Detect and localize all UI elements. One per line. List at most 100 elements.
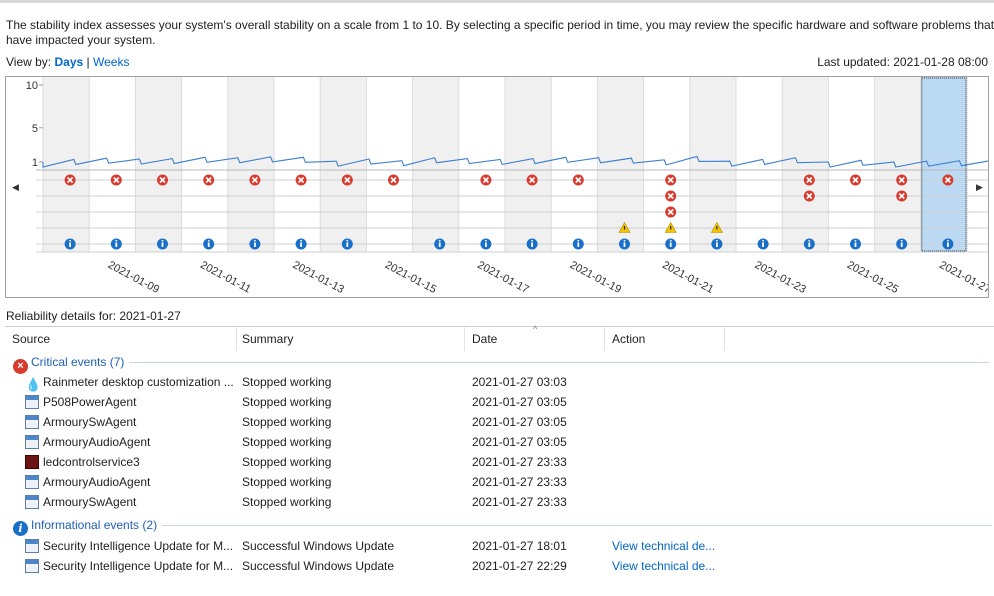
row-date: 2021-01-27 23:33	[472, 475, 567, 489]
day-column[interactable]	[274, 77, 321, 252]
row-date: 2021-01-27 03:05	[472, 435, 567, 449]
row-summary: Stopped working	[242, 415, 332, 429]
row-source-text: ArmourySwAgent	[43, 415, 137, 429]
day-column[interactable]	[597, 77, 644, 252]
row-source: ArmourySwAgent	[25, 412, 237, 432]
day-column[interactable]	[736, 77, 783, 252]
reliability-chart-svg[interactable]: 10 5 1 2021-01-09 2021-01-11 2021-01-13 2021-0…	[6, 77, 988, 297]
y-axis-tick-label: 5	[32, 123, 38, 135]
row-source: ArmourySwAgent	[25, 492, 237, 512]
scroll-left-arrow[interactable]: ◀	[12, 182, 19, 192]
info-dot	[438, 239, 441, 242]
group-informational-events[interactable]: i Informational events (2)	[13, 516, 993, 536]
table-row[interactable]: ledcontrolservice3 Stopped working 2021-01…	[5, 452, 994, 472]
info-mark	[115, 242, 118, 247]
row-source: P508PowerAgent	[25, 392, 237, 412]
row-source-text: Rainmeter desktop customization ...	[43, 375, 234, 389]
info-dot	[716, 239, 718, 242]
group-critical-events[interactable]: × Critical events (7)	[13, 353, 990, 374]
group-divider	[162, 525, 993, 527]
row-source-text: Security Intelligence Update for M...	[43, 539, 234, 553]
day-column[interactable]	[412, 77, 459, 252]
row-date: 2021-01-27 18:01	[472, 539, 567, 553]
group-divider	[129, 362, 990, 364]
view-by-weeks-link[interactable]: Weeks	[93, 55, 129, 69]
row-source: ledcontrolservice3	[25, 452, 237, 472]
info-dot	[69, 239, 71, 242]
table-row[interactable]: ArmouryAudioAgent Stopped working 2021-01-…	[5, 472, 994, 492]
info-mark	[900, 242, 903, 247]
day-column[interactable]	[874, 77, 921, 252]
table-row[interactable]: Security Intelligence Update for M... Suc…	[5, 536, 994, 556]
info-dot	[207, 239, 210, 242]
info-dot	[947, 239, 949, 242]
day-column[interactable]	[181, 77, 228, 252]
table-row[interactable]: P508PowerAgent Stopped working 2021-01-27 …	[5, 392, 994, 412]
date-axis-label: 2021-01-09	[106, 259, 161, 296]
scroll-right-arrow[interactable]: ▶	[976, 182, 983, 192]
column-header-summary[interactable]: Summary	[235, 327, 465, 351]
table-row[interactable]: ArmourySwAgent Stopped working 2021-01-27 …	[5, 412, 994, 432]
day-column[interactable]	[89, 77, 136, 252]
view-by-days-link[interactable]: Days	[54, 55, 83, 69]
row-source-text: ArmouryAudioAgent	[43, 435, 151, 449]
date-axis-label: 2021-01-11	[198, 259, 253, 296]
app-window-icon	[25, 539, 39, 553]
info-dot	[577, 239, 580, 242]
row-summary: Successful Windows Update	[242, 539, 395, 553]
info-dot	[808, 239, 811, 242]
info-mark	[69, 242, 71, 247]
day-column[interactable]	[366, 77, 413, 252]
row-source-text: ArmouryAudioAgent	[43, 475, 151, 489]
info-mark	[438, 242, 441, 247]
app-window-icon	[25, 395, 39, 409]
info-dot	[531, 239, 533, 242]
info-mark	[531, 242, 533, 247]
table-row[interactable]: ArmouryAudioAgent Stopped working 2021-01-…	[5, 432, 994, 452]
day-column[interactable]	[782, 77, 829, 252]
row-date: 2021-01-27 22:29	[472, 559, 567, 573]
view-by-bar: View by: Days | Weeks	[6, 55, 129, 69]
row-action-link[interactable]: View technical de...	[612, 556, 732, 576]
table-row[interactable]: ArmourySwAgent Stopped working 2021-01-27 …	[5, 492, 994, 512]
table-row[interactable]: Security Intelligence Update for M... Suc…	[5, 556, 994, 576]
row-source: Security Intelligence Update for M...	[25, 536, 237, 556]
reliability-details-table[interactable]: Source Summary Date ^ Action × Critical e…	[5, 324, 994, 596]
day-column[interactable]	[551, 77, 598, 252]
table-row[interactable]: 💧 Rainmeter desktop customization ... Stop…	[5, 372, 994, 392]
row-action-link[interactable]: View technical de...	[612, 536, 732, 556]
y-axis-tick-label: 10	[26, 80, 38, 92]
day-column[interactable]	[135, 77, 182, 252]
column-header-action[interactable]: Action	[605, 327, 725, 351]
info-dot	[623, 239, 626, 242]
date-axis-label: 2021-01-17	[475, 259, 530, 296]
info-dot	[300, 239, 302, 242]
rainmeter-icon: 💧	[25, 377, 42, 392]
group-label: Critical events (7)	[31, 355, 125, 369]
info-mark	[623, 242, 626, 247]
info-mark	[207, 242, 210, 247]
app-window-icon	[25, 435, 39, 449]
day-column[interactable]	[689, 77, 736, 252]
row-summary: Stopped working	[242, 455, 332, 469]
top-scrolled-strip	[0, 0, 994, 3]
info-dot	[854, 239, 857, 242]
row-summary: Stopped working	[242, 475, 332, 489]
info-mark	[254, 242, 256, 247]
day-column[interactable]	[505, 77, 552, 252]
row-summary: Stopped working	[242, 375, 332, 389]
table-header: Source Summary Date ^ Action	[5, 324, 994, 351]
day-column[interactable]	[227, 77, 274, 252]
row-summary: Stopped working	[242, 395, 332, 409]
info-mark	[762, 242, 764, 247]
day-column[interactable]	[458, 77, 505, 252]
info-icon: i	[13, 521, 28, 536]
date-axis-label: 2021-01-25	[845, 259, 900, 296]
column-header-source[interactable]: Source	[5, 327, 237, 351]
info-dot	[254, 239, 256, 242]
warning-mark	[623, 226, 626, 230]
date-axis-label: 2021-01-19	[568, 259, 623, 296]
day-column[interactable]	[43, 77, 90, 252]
info-mark	[854, 242, 857, 247]
reliability-chart[interactable]: 10 5 1 2021-01-09 2021-01-11 2021-01-13 2021-0…	[5, 76, 989, 298]
